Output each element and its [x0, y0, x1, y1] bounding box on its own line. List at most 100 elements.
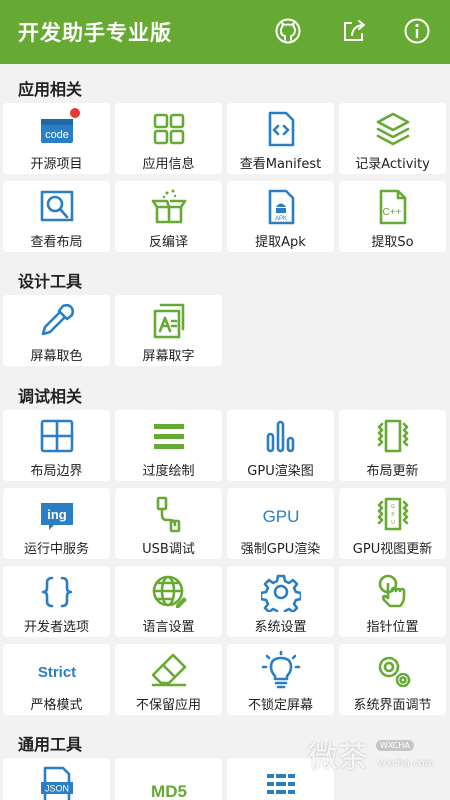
number-list-icon — [266, 772, 295, 798]
tile-no-lock-screen[interactable]: 不锁定屏幕 — [227, 644, 334, 715]
tile-usb-debug[interactable]: USB调试 — [115, 488, 222, 559]
tile-app-info[interactable]: 应用信息 — [115, 103, 222, 174]
tile-label: 提取Apk — [255, 235, 306, 250]
chip-letter: P — [391, 512, 395, 518]
tile-label: 反编译 — [148, 235, 188, 250]
strict-text-icon: Strict — [37, 664, 75, 681]
tile-view-manifest[interactable]: 查看Manifest — [227, 103, 334, 174]
tile-label: 屏幕取色 — [30, 349, 83, 364]
tile-label: 系统设置 — [254, 620, 307, 635]
tile-gpu-render[interactable]: GPU渲染图 — [227, 410, 334, 481]
bar-chart-icon — [266, 420, 294, 453]
watermark: 微茶 WXCHA wxcha.com — [300, 730, 450, 780]
tile-screen-text[interactable]: 屏幕取字 — [115, 295, 222, 366]
code-file-icon — [268, 111, 294, 147]
strict-icon-text: Strict — [37, 664, 75, 681]
tile-extract-so[interactable]: C++ 提取So — [339, 181, 446, 252]
tile-label: 系统界面调节 — [353, 698, 432, 713]
tile-label: 屏幕取字 — [142, 349, 195, 364]
code-icon-text: code — [45, 129, 69, 141]
tile-label: 过度绘制 — [142, 464, 195, 479]
screen-flash-icon — [377, 419, 408, 453]
watermark-badge: WXCHA — [376, 740, 414, 751]
tile-json[interactable]: JSON — [3, 758, 110, 800]
ing-icon: ing — [40, 503, 73, 530]
tile-label: 运行中服务 — [23, 542, 89, 557]
md5-text-icon: MD5 — [151, 782, 187, 800]
notification-dot — [69, 107, 81, 119]
open-box-icon — [151, 189, 186, 224]
tile-open-source[interactable]: code 开源项目 — [3, 103, 110, 174]
tile-label: 布局边界 — [30, 464, 83, 479]
cpp-file-icon: C++ — [379, 189, 406, 225]
tile-label: 开源项目 — [30, 157, 83, 172]
tile-running-services[interactable]: ing 运行中服务 — [3, 488, 110, 559]
apk-icon-text: APK — [274, 216, 286, 222]
info-icon[interactable] — [402, 16, 432, 46]
tile-record-activity[interactable]: 记录Activity — [339, 103, 446, 174]
tile-label: 记录Activity — [355, 157, 430, 172]
md5-icon-text: MD5 — [151, 782, 187, 800]
ing-icon-text: ing — [47, 507, 67, 522]
tile-label: 语言设置 — [142, 620, 195, 635]
tile-label: 开发者选项 — [23, 620, 89, 635]
tile-layout-bounds[interactable]: 布局边界 — [3, 410, 110, 481]
tile-decompile[interactable]: 反编译 — [115, 181, 222, 252]
tile-label: 严格模式 — [30, 698, 83, 713]
watermark-url: wxcha.com — [378, 758, 435, 769]
tile-label: 查看Manifest — [239, 157, 322, 172]
tile-label: 不锁定屏幕 — [247, 698, 313, 713]
tile-label: 不保留应用 — [135, 698, 201, 713]
tile-system-ui-tuner[interactable]: 系统界面调节 — [339, 644, 446, 715]
tile-label: GPU渲染图 — [247, 464, 314, 479]
tile-label: 指针位置 — [366, 620, 419, 635]
section-title-design: 设计工具 — [18, 272, 83, 291]
chip-letter: G — [391, 504, 395, 510]
tile-label: 应用信息 — [142, 157, 195, 172]
tile-strict-mode[interactable]: Strict 严格模式 — [3, 644, 110, 715]
layout-grid-icon — [40, 419, 73, 453]
share-icon[interactable] — [339, 16, 369, 46]
tile-extract-apk[interactable]: APK 提取Apk — [227, 181, 334, 252]
tile-label: 提取So — [371, 235, 414, 250]
app-bar: 开发助手专业版 — [0, 0, 450, 64]
tile-developer-options[interactable]: 开发者选项 — [3, 566, 110, 637]
text-capture-icon — [153, 303, 184, 339]
grid-icon — [153, 113, 184, 145]
tile-system-settings[interactable]: 系统设置 — [227, 566, 334, 637]
menu-bars-icon — [153, 424, 184, 449]
globe-edit-icon — [152, 575, 187, 608]
tile-gpu-view-update[interactable]: G P U GPU视图更新 — [339, 488, 446, 559]
tile-dont-keep-activities[interactable]: 不保留应用 — [115, 644, 222, 715]
eyedropper-icon — [41, 303, 74, 336]
tile-label: GPU视图更新 — [352, 542, 433, 557]
github-icon[interactable] — [273, 16, 303, 46]
tile-pointer-location[interactable]: 指针位置 — [339, 566, 446, 637]
tile-overdraw[interactable]: 过度绘制 — [115, 410, 222, 481]
section-title-app: 应用相关 — [18, 80, 83, 99]
gpu-icon-text: GPU — [262, 507, 299, 526]
usb-cable-icon — [156, 496, 180, 533]
search-frame-icon — [40, 190, 73, 222]
gears-icon — [378, 656, 410, 688]
gpu-chip-icon: G P U — [377, 497, 408, 531]
gear-icon — [260, 574, 301, 612]
braces-icon — [41, 576, 72, 608]
tile-language-settings[interactable]: 语言设置 — [115, 566, 222, 637]
touch-pointer-icon — [378, 574, 405, 608]
tile-label: 强制GPU渲染 — [240, 542, 321, 557]
gpu-text-icon: GPU — [262, 507, 299, 526]
tile-label: 布局更新 — [366, 464, 419, 479]
tile-view-layout[interactable]: 查看布局 — [3, 181, 110, 252]
tile-layout-update[interactable]: 布局更新 — [339, 410, 446, 481]
tile-label: USB调试 — [142, 542, 195, 557]
json-file-icon: JSON — [40, 766, 73, 800]
tile-md5[interactable]: MD5 — [115, 758, 222, 800]
section-title-debug: 调试相关 — [18, 387, 83, 406]
apk-file-icon: APK — [268, 189, 294, 225]
tile-screen-color[interactable]: 屏幕取色 — [3, 295, 110, 366]
tile-label: 查看布局 — [30, 235, 83, 250]
tile-force-gpu[interactable]: GPU 强制GPU渲染 — [227, 488, 334, 559]
light-bulb-icon — [261, 650, 300, 689]
chip-letter: U — [391, 520, 395, 526]
